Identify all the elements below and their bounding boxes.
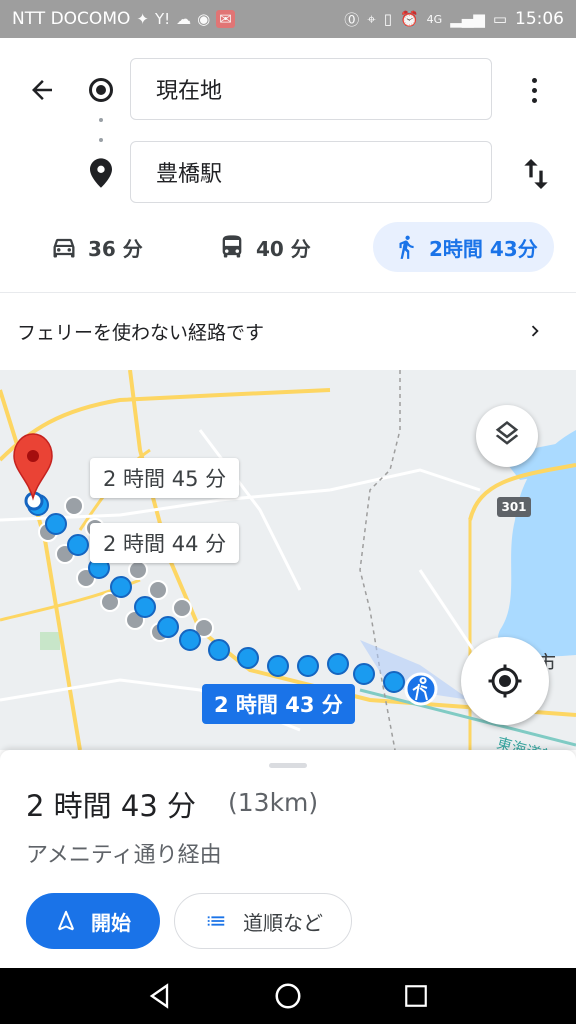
mail-icon: ✉ [216, 10, 235, 28]
walk-duration: 2時間 43分 [429, 236, 538, 261]
square-recents-icon [405, 985, 427, 1007]
signal-icon: ▂▄▆ [450, 10, 485, 28]
navigation-arrow-icon [58, 910, 74, 931]
summary-duration: 2 時間 43 分 [26, 789, 197, 823]
travel-mode-tabs: 36 分 40 分 2時間 43分 [0, 220, 576, 276]
destination-input[interactable]: 豊橋駅 [130, 141, 492, 203]
system-nav-bar [0, 968, 576, 1024]
battery-icon: ▭ [492, 10, 507, 28]
steps-label: 道順など [243, 910, 323, 935]
route-connector-icon [99, 118, 103, 142]
line-icon: ◉ [197, 10, 211, 28]
nav-back-button[interactable] [142, 978, 178, 1014]
my-location-icon [488, 664, 522, 698]
location-icon: ⌖ [367, 10, 376, 28]
alt-route-bubble-2[interactable]: 2 時間 44 分 [90, 523, 240, 563]
steps-button[interactable]: 道順など [174, 893, 352, 949]
main-route-bubble[interactable]: 2 時間 43 分 [202, 684, 355, 724]
map-view[interactable]: 301 市 東海道新 2 時間 45 分 2 時間 44 分 2 時間 43 分 [0, 370, 576, 750]
my-location-button[interactable] [461, 637, 549, 725]
drive-duration: 36 分 [88, 236, 143, 261]
circle-home-icon [275, 983, 301, 1009]
cloud-icon: ☁ [176, 10, 192, 28]
arrow-back-icon [32, 80, 52, 100]
triangle-back-icon [149, 983, 169, 1009]
more-options-button[interactable] [518, 68, 550, 112]
transit-duration: 40 分 [256, 236, 311, 261]
tab-transit[interactable]: 40 分 [218, 222, 311, 272]
start-button[interactable]: 開始 [26, 893, 160, 949]
yahoo-icon: Y! [154, 10, 171, 28]
clock: 15:06 [515, 9, 564, 29]
alarm-icon: ⏰ [399, 10, 419, 28]
list-icon [207, 916, 225, 926]
origin-pin-icon [13, 433, 53, 511]
origin-marker-icon [89, 78, 113, 102]
nav-recents-button[interactable] [398, 978, 434, 1014]
car-icon [53, 238, 75, 258]
nav-home-button[interactable] [270, 978, 306, 1014]
tab-drive[interactable]: 36 分 [50, 222, 143, 272]
ferry-notice-text: フェリーを使わない経路です [17, 322, 265, 344]
summary-via: アメニティ通り経由 [26, 843, 222, 868]
vibrate-icon: ▯ [383, 10, 392, 28]
bus-icon [222, 235, 242, 258]
alt-route-bubble-1[interactable]: 2 時間 45 分 [90, 458, 240, 498]
summary-distance: (13km) [228, 788, 319, 817]
back-button[interactable] [22, 70, 62, 110]
route-summary-sheet[interactable]: 2 時間 43 分 (13km) アメニティ通り経由 開始 道順など [0, 750, 576, 968]
chevron-right-icon [531, 325, 539, 337]
swap-icon[interactable] [516, 154, 556, 194]
destination-pin-icon [90, 158, 112, 188]
ferry-notice-row[interactable]: フェリーを使わない経路です [0, 292, 576, 370]
tab-walk[interactable]: 2時間 43分 [373, 222, 554, 272]
status-bar: NTT DOCOMO ✦ Y! ☁ ◉ ✉ ⓪ ⌖ ▯ ⏰ 4G ▂▄▆ ▭ 1… [0, 0, 576, 38]
walk-icon [399, 235, 414, 259]
nfc-icon: ⓪ [344, 10, 360, 29]
start-label: 開始 [91, 910, 131, 935]
bird-icon: ✦ [136, 10, 149, 28]
network-icon: 4G [426, 12, 443, 26]
layers-icon [495, 421, 519, 445]
directions-header: 現在地 豊橋駅 36 分 40 分 2時間 43分 [0, 38, 576, 292]
origin-input[interactable]: 現在地 [130, 58, 492, 120]
sheet-handle[interactable] [269, 763, 307, 768]
layers-button[interactable] [476, 405, 538, 467]
walk-marker-icon [404, 672, 438, 706]
route-number-badge: 301 [497, 497, 531, 517]
carrier-name: NTT DOCOMO [12, 9, 131, 29]
